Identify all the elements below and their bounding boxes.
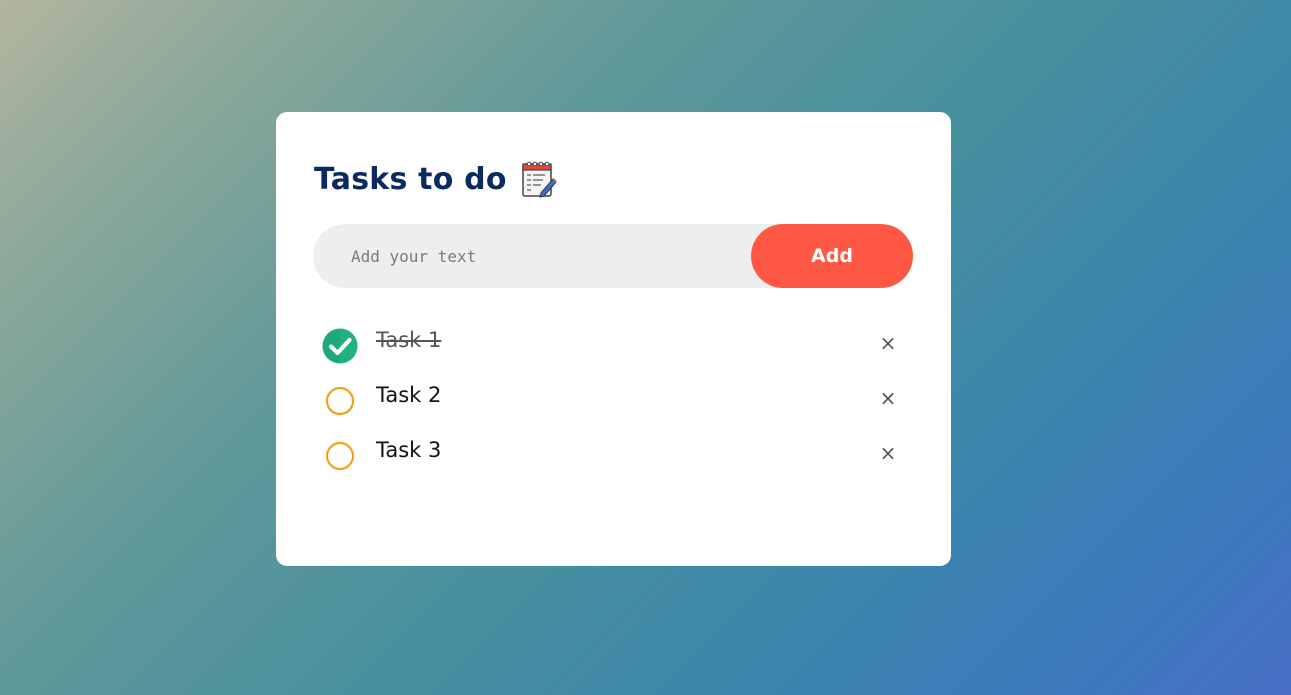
task-item[interactable]: Task 2 × xyxy=(322,379,902,434)
close-icon[interactable]: × xyxy=(876,384,900,412)
task-label: Task 1 xyxy=(376,328,442,352)
unchecked-circle-icon[interactable] xyxy=(322,438,358,474)
todo-card: Tasks to do Add your text Add Task 1 × T… xyxy=(276,112,951,566)
notepad-icon xyxy=(521,160,557,198)
add-button[interactable]: Add xyxy=(751,224,913,288)
unchecked-circle-icon[interactable] xyxy=(322,383,358,419)
task-item[interactable]: Task 1 × xyxy=(322,324,902,379)
task-label: Task 2 xyxy=(376,383,442,407)
title-row: Tasks to do xyxy=(314,160,557,198)
task-item[interactable]: Task 3 × xyxy=(322,434,902,489)
page-title: Tasks to do xyxy=(314,161,507,197)
close-icon[interactable]: × xyxy=(876,439,900,467)
task-list: Task 1 × Task 2 × Task 3 × xyxy=(322,324,902,489)
task-input[interactable] xyxy=(313,223,751,289)
new-task-form: Add xyxy=(313,223,913,289)
checked-circle-icon[interactable] xyxy=(322,328,358,364)
task-label: Task 3 xyxy=(376,438,442,462)
close-icon[interactable]: × xyxy=(876,329,900,357)
